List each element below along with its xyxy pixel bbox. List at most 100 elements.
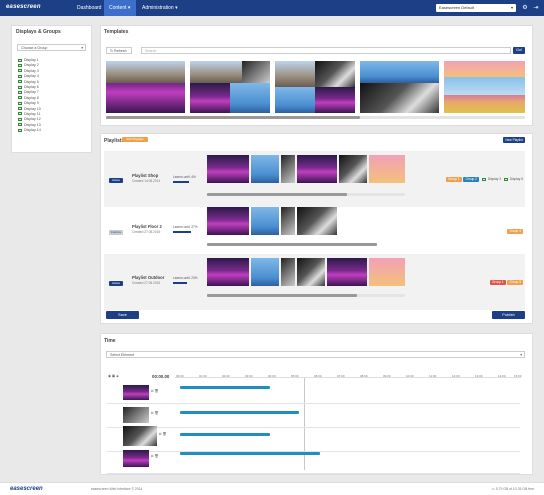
thumbnail-image: [242, 61, 270, 83]
playlist-row[interactable]: Active Playlist Shop Created 14.08.2014 …: [104, 151, 525, 207]
timeline-track[interactable]: ⧉ 🗑: [107, 404, 520, 428]
playlist-slide[interactable]: [297, 258, 325, 286]
playlist-slide[interactable]: [251, 207, 279, 235]
display-tag[interactable]: Display 6: [503, 177, 523, 181]
nav-administration[interactable]: Administration ▾: [137, 0, 183, 16]
monitor-icon: [18, 63, 22, 67]
edit-playlists-badge[interactable]: Edit Playlists: [122, 137, 148, 142]
scrollbar-thumb[interactable]: [106, 116, 360, 119]
group-tag[interactable]: Group 4: [507, 229, 523, 234]
timeline-bar[interactable]: [180, 386, 270, 389]
app-logo[interactable]: easescreen: [6, 4, 54, 12]
playlist-scrollbar[interactable]: [207, 193, 405, 196]
templates-scrollbar[interactable]: [106, 116, 525, 119]
timeline-bar[interactable]: [180, 452, 320, 455]
group-tag[interactable]: Group 2: [463, 177, 479, 182]
playlist-slide[interactable]: [207, 258, 249, 286]
track-actions-icon[interactable]: ⧉ 🗑: [151, 389, 159, 393]
playlist-slide[interactable]: [297, 155, 337, 183]
display-item[interactable]: Display 14: [18, 128, 41, 133]
time-tick: 01:00: [199, 374, 207, 378]
timeline-controls[interactable]: ◉ ▣ ◈: [108, 374, 119, 378]
group-select[interactable]: Choose a Group ▾: [17, 44, 86, 51]
timeline-bar[interactable]: [180, 433, 270, 436]
template-thumbnail[interactable]: [190, 61, 270, 113]
playlist-scrollbar[interactable]: [207, 243, 377, 246]
playlist-slide[interactable]: [297, 207, 337, 235]
nav-content[interactable]: Content ▾: [104, 0, 136, 16]
monitor-icon: [18, 74, 22, 78]
thumbnail-image: [230, 83, 270, 113]
time-tick: 12:00: [452, 374, 460, 378]
playlist-slide[interactable]: [281, 155, 295, 183]
playlist-slide[interactable]: [207, 207, 249, 235]
playlist-slide[interactable]: [281, 258, 295, 286]
learn-progress-bar: [173, 282, 187, 284]
template-thumbnail[interactable]: [106, 61, 185, 113]
monitor-icon: [18, 128, 22, 132]
playlist-slide[interactable]: [251, 258, 279, 286]
nav-dashboard[interactable]: Dashboard: [72, 0, 106, 16]
learn-progress-bar: [173, 231, 191, 233]
search-go-button[interactable]: Go!: [513, 47, 525, 54]
logout-icon[interactable]: ⇥: [532, 4, 540, 12]
track-actions-icon[interactable]: ⧉ 🗑: [151, 411, 159, 415]
playlist-slide[interactable]: [281, 207, 295, 235]
time-tick: 05:00: [291, 374, 299, 378]
lock-icon[interactable]: ▣: [112, 374, 115, 378]
scrollbar-thumb[interactable]: [207, 294, 357, 297]
track-actions-icon[interactable]: ⧉ 🗑: [159, 432, 167, 436]
monitor-icon: [18, 90, 22, 94]
visibility-icon[interactable]: ◉: [108, 374, 111, 378]
group-tag[interactable]: Group 1: [446, 177, 462, 182]
playlist-name: Playlist Outdoor: [132, 275, 165, 280]
save-button[interactable]: Save: [106, 311, 139, 319]
scrollbar-thumb[interactable]: [207, 243, 377, 246]
display-tag[interactable]: Display 3: [481, 177, 501, 181]
display-list: Display 1 Display 2 Display 3 Display 4 …: [18, 58, 41, 133]
timeline-track[interactable]: ⧉ 🗑: [107, 450, 520, 474]
layers-icon[interactable]: ◈: [116, 374, 119, 378]
instance-select[interactable]: Easescreen Default ▾: [436, 4, 516, 12]
template-thumbnail[interactable]: [275, 61, 355, 113]
monitor-icon: [481, 177, 486, 181]
playlist-slide[interactable]: [369, 258, 405, 286]
chevron-down-icon: ▾: [81, 46, 83, 50]
playlist-name: Playlist Floor 2: [132, 224, 162, 229]
playlist-slide[interactable]: [207, 155, 249, 183]
playlist-row[interactable]: Inactive Playlist Floor 2 Created 27.05.…: [104, 203, 525, 259]
element-select[interactable]: Select Element ▾: [106, 351, 525, 358]
time-tick: 13:00: [475, 374, 483, 378]
thumbnail-image: [444, 61, 525, 77]
playlist-scrollbar[interactable]: [207, 294, 405, 297]
template-thumbnail[interactable]: [444, 61, 525, 113]
track-thumbnail: [123, 385, 149, 400]
monitor-icon: [18, 112, 22, 116]
time-tick: 11:00: [429, 374, 437, 378]
playlist-row[interactable]: Active Playlist Outdoor Created 27.05.20…: [104, 254, 525, 310]
playlist-slide[interactable]: [339, 155, 367, 183]
thumbnail-image: [315, 61, 355, 87]
playlist-slide[interactable]: [327, 258, 367, 286]
time-tick: 10:00: [406, 374, 414, 378]
timeline-track[interactable]: ⧉ 🗑: [107, 380, 520, 404]
learn-progress-bar: [173, 181, 189, 183]
timeline-track[interactable]: ⧉ 🗑: [107, 426, 520, 452]
scrollbar-thumb[interactable]: [207, 193, 347, 196]
playlist-slide[interactable]: [251, 155, 279, 183]
group-tag[interactable]: Group 5: [507, 280, 523, 285]
refresh-button[interactable]: ↻ Refresh: [106, 47, 132, 54]
playlist-assignments: Group 1 Group 2 Display 3 Display 6: [445, 177, 523, 182]
current-time: 00:00.00: [152, 374, 170, 379]
gear-icon[interactable]: ⚙: [521, 4, 529, 12]
learn-progress-label: Learns until: 27%: [173, 225, 198, 229]
track-actions-icon[interactable]: ⧉ 🗑: [151, 454, 159, 458]
footer-logo: easescreen: [10, 486, 43, 492]
template-thumbnail[interactable]: [360, 61, 439, 113]
template-search-input[interactable]: Search: [141, 47, 511, 54]
new-playlist-button[interactable]: New Playlist: [503, 137, 525, 143]
playlist-slide[interactable]: [369, 155, 405, 183]
publish-button[interactable]: Publish: [492, 311, 525, 319]
group-tag[interactable]: Group 1: [490, 280, 506, 285]
timeline-bar[interactable]: [180, 411, 299, 414]
